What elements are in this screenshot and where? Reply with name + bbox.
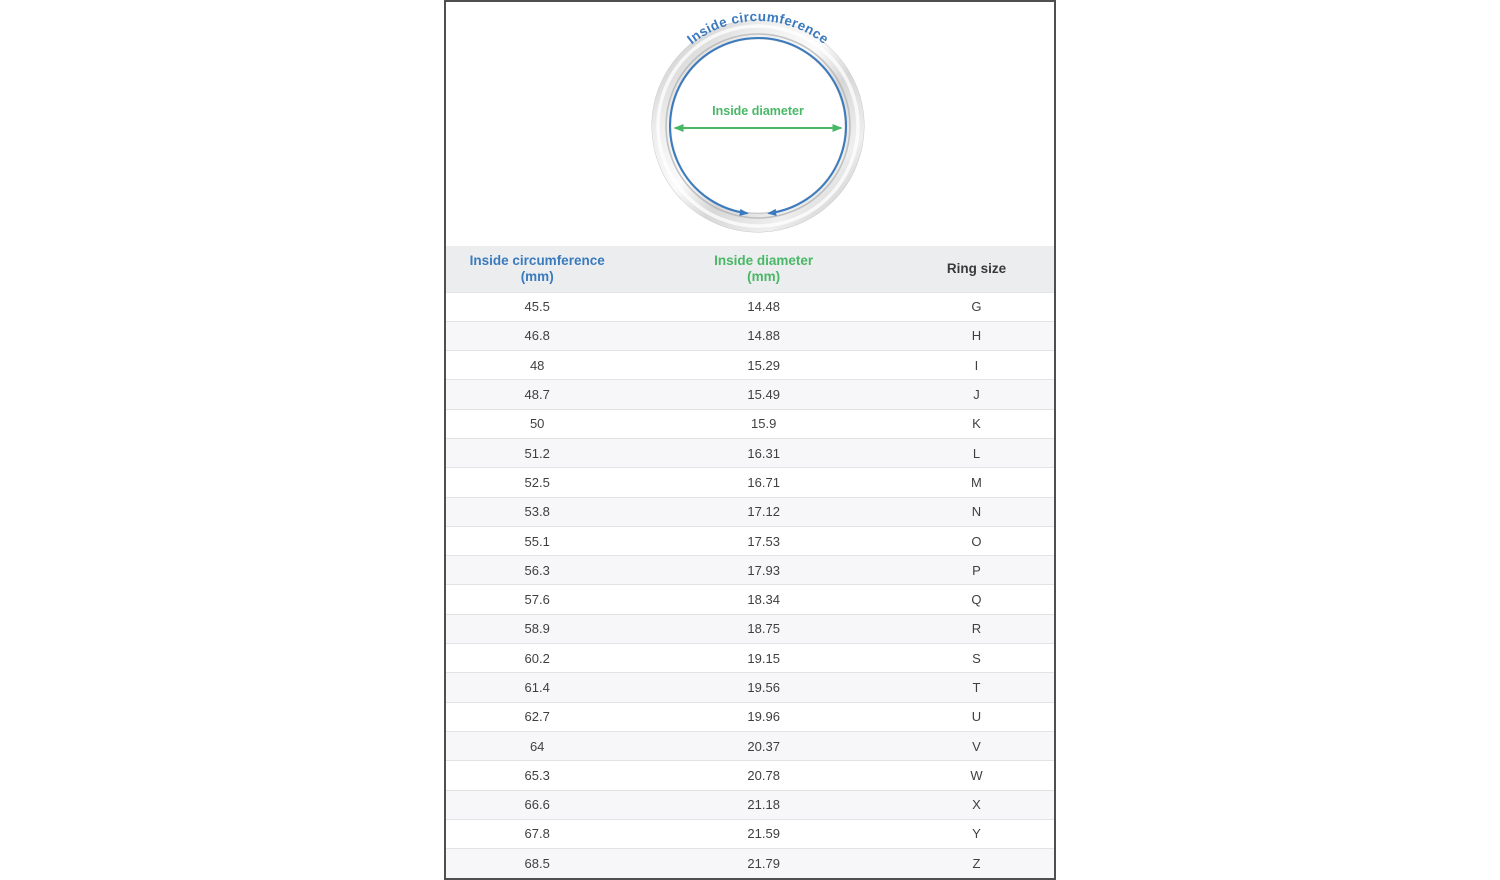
table-row: 51.2 16.31 L	[446, 438, 1054, 467]
table-row: 67.8 21.59 Y	[446, 819, 1054, 848]
cell-ring-size: Q	[899, 585, 1054, 614]
cell-ring-size: I	[899, 351, 1054, 380]
table-row: 55.1 17.53 O	[446, 526, 1054, 555]
cell-ring-size: T	[899, 673, 1054, 702]
table-row: 53.8 17.12 N	[446, 497, 1054, 526]
table-row: 60.2 19.15 S	[446, 644, 1054, 673]
cell-diameter: 15.49	[628, 380, 899, 409]
table-body: 45.5 14.48 G 46.8 14.88 H 48 15.29 I 48.…	[446, 292, 1054, 878]
ring-size-chart-panel: Inside circumference Inside diameter Ins…	[444, 0, 1056, 880]
cell-diameter: 18.75	[628, 614, 899, 643]
header-ring-size: Ring size	[899, 246, 1054, 292]
cell-circumference: 52.5	[446, 468, 628, 497]
cell-diameter: 20.37	[628, 731, 899, 760]
header-inside-diameter: Inside diameter (mm)	[628, 246, 899, 292]
cell-circumference: 64	[446, 731, 628, 760]
ring-diagram-svg: Inside circumference Inside diameter	[446, 2, 1054, 246]
table-row: 48.7 15.49 J	[446, 380, 1054, 409]
cell-diameter: 19.96	[628, 702, 899, 731]
cell-ring-size: W	[899, 761, 1054, 790]
cell-ring-size: G	[899, 292, 1054, 321]
cell-ring-size: S	[899, 644, 1054, 673]
table-row: 46.8 14.88 H	[446, 321, 1054, 350]
table-row: 66.6 21.18 X	[446, 790, 1054, 819]
cell-circumference: 68.5	[446, 849, 628, 878]
cell-circumference: 66.6	[446, 790, 628, 819]
table-row: 62.7 19.96 U	[446, 702, 1054, 731]
cell-diameter: 14.88	[628, 321, 899, 350]
circumference-arrow	[670, 38, 846, 213]
table-row: 56.3 17.93 P	[446, 556, 1054, 585]
cell-circumference: 45.5	[446, 292, 628, 321]
cell-circumference: 65.3	[446, 761, 628, 790]
cell-diameter: 21.79	[628, 849, 899, 878]
table-row: 52.5 16.71 M	[446, 468, 1054, 497]
cell-diameter: 14.48	[628, 292, 899, 321]
table-header-row: Inside circumference (mm) Inside diamete…	[446, 246, 1054, 292]
cell-circumference: 48.7	[446, 380, 628, 409]
ring-size-table: Inside circumference (mm) Inside diamete…	[446, 246, 1054, 878]
cell-diameter: 16.71	[628, 468, 899, 497]
cell-diameter: 21.59	[628, 819, 899, 848]
cell-ring-size: V	[899, 731, 1054, 760]
cell-diameter: 19.56	[628, 673, 899, 702]
cell-diameter: 21.18	[628, 790, 899, 819]
cell-diameter: 17.93	[628, 556, 899, 585]
cell-diameter: 19.15	[628, 644, 899, 673]
cell-circumference: 61.4	[446, 673, 628, 702]
cell-ring-size: L	[899, 438, 1054, 467]
cell-ring-size: X	[899, 790, 1054, 819]
header-inside-circumference: Inside circumference (mm)	[446, 246, 628, 292]
cell-circumference: 56.3	[446, 556, 628, 585]
table-row: 45.5 14.48 G	[446, 292, 1054, 321]
cell-ring-size: K	[899, 409, 1054, 438]
cell-ring-size: J	[899, 380, 1054, 409]
cell-diameter: 17.12	[628, 497, 899, 526]
cell-circumference: 46.8	[446, 321, 628, 350]
cell-circumference: 55.1	[446, 526, 628, 555]
cell-circumference: 48	[446, 351, 628, 380]
cell-diameter: 17.53	[628, 526, 899, 555]
cell-ring-size: U	[899, 702, 1054, 731]
cell-circumference: 51.2	[446, 438, 628, 467]
table-row: 57.6 18.34 Q	[446, 585, 1054, 614]
table-row: 68.5 21.79 Z	[446, 849, 1054, 878]
cell-circumference: 67.8	[446, 819, 628, 848]
table-row: 50 15.9 K	[446, 409, 1054, 438]
cell-ring-size: R	[899, 614, 1054, 643]
cell-diameter: 20.78	[628, 761, 899, 790]
ring-graphic	[652, 20, 864, 232]
table-row: 64 20.37 V	[446, 731, 1054, 760]
cell-diameter: 18.34	[628, 585, 899, 614]
cell-circumference: 50	[446, 409, 628, 438]
table-row: 61.4 19.56 T	[446, 673, 1054, 702]
ring-diagram: Inside circumference Inside diameter	[446, 2, 1054, 246]
cell-diameter: 16.31	[628, 438, 899, 467]
table-row: 58.9 18.75 R	[446, 614, 1054, 643]
cell-ring-size: Z	[899, 849, 1054, 878]
cell-diameter: 15.29	[628, 351, 899, 380]
table-row: 48 15.29 I	[446, 351, 1054, 380]
table-row: 65.3 20.78 W	[446, 761, 1054, 790]
diameter-label: Inside diameter	[712, 104, 804, 118]
cell-circumference: 53.8	[446, 497, 628, 526]
cell-diameter: 15.9	[628, 409, 899, 438]
cell-ring-size: P	[899, 556, 1054, 585]
cell-circumference: 57.6	[446, 585, 628, 614]
cell-ring-size: N	[899, 497, 1054, 526]
cell-ring-size: Y	[899, 819, 1054, 848]
cell-circumference: 62.7	[446, 702, 628, 731]
cell-ring-size: H	[899, 321, 1054, 350]
cell-circumference: 58.9	[446, 614, 628, 643]
cell-ring-size: O	[899, 526, 1054, 555]
cell-circumference: 60.2	[446, 644, 628, 673]
cell-ring-size: M	[899, 468, 1054, 497]
